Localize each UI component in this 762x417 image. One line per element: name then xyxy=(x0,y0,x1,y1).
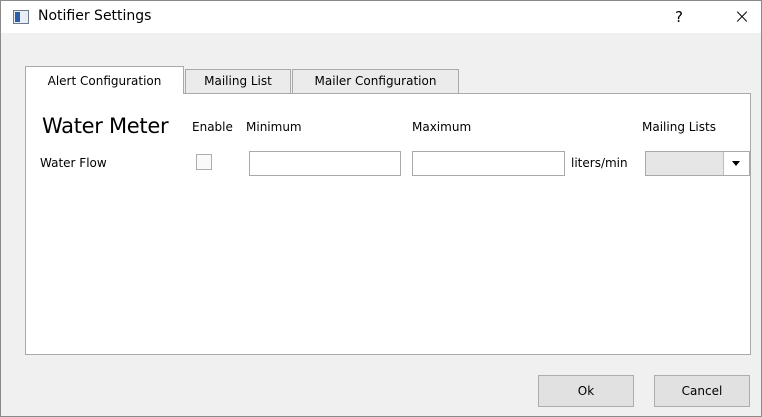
water-flow-label: Water Flow xyxy=(40,156,107,170)
ok-button[interactable]: Ok xyxy=(538,375,634,407)
window-app-icon xyxy=(13,10,29,24)
title-bar: Notifier Settings ? × xyxy=(1,1,761,33)
notifier-settings-dialog: Notifier Settings ? × Alert Configuratio… xyxy=(0,0,762,417)
tab-mailer-configuration[interactable]: Mailer Configuration xyxy=(292,69,459,93)
close-button[interactable]: × xyxy=(727,5,757,29)
column-header-mailing-lists: Mailing Lists xyxy=(642,120,716,134)
chevron-down-icon[interactable] xyxy=(724,152,749,175)
mailing-lists-selected xyxy=(646,152,724,175)
water-flow-maximum-input[interactable] xyxy=(412,151,565,176)
column-header-minimum: Minimum xyxy=(246,120,302,134)
column-header-maximum: Maximum xyxy=(412,120,472,134)
water-flow-enable-checkbox[interactable] xyxy=(196,154,212,170)
column-header-enable: Enable xyxy=(192,120,233,134)
cancel-button[interactable]: Cancel xyxy=(654,375,750,407)
mailing-lists-dropdown[interactable] xyxy=(645,151,750,176)
section-title: Water Meter xyxy=(42,114,169,138)
help-button[interactable]: ? xyxy=(667,5,691,29)
water-flow-minimum-input[interactable] xyxy=(249,151,401,176)
window-title: Notifier Settings xyxy=(38,8,152,24)
tab-alert-configuration[interactable]: Alert Configuration xyxy=(25,66,184,94)
tab-mailing-list[interactable]: Mailing List xyxy=(185,69,291,93)
water-flow-unit: liters/min xyxy=(571,156,628,170)
alert-configuration-panel: Water Meter Enable Minimum Maximum Maili… xyxy=(25,93,751,355)
